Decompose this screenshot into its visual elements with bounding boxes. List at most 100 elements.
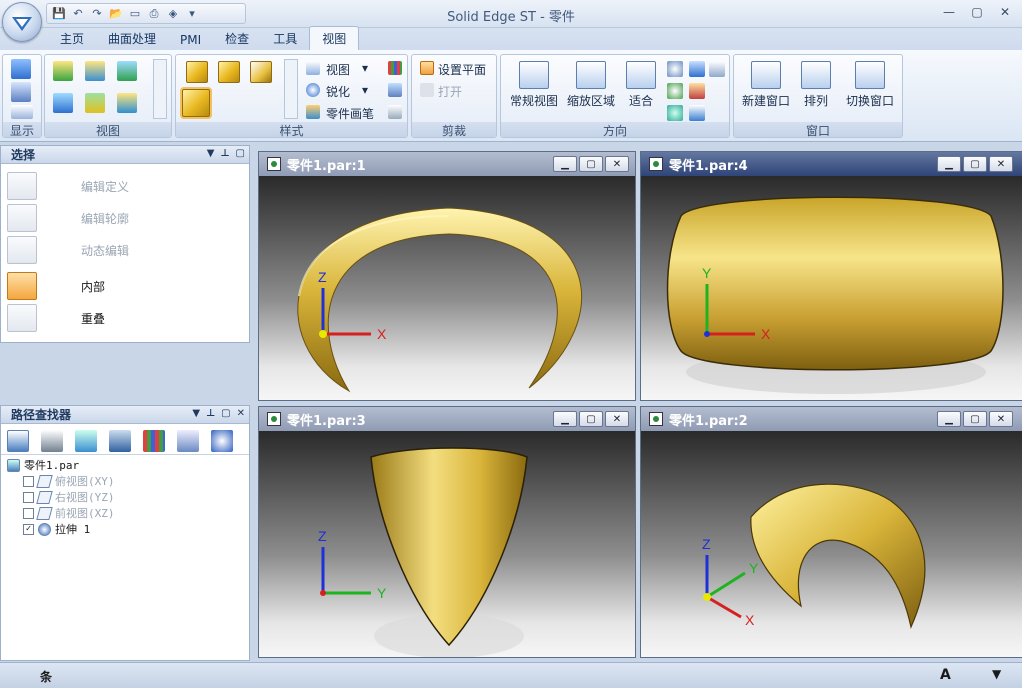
graphics-area[interactable]: Z Y X bbox=[641, 431, 1022, 657]
viewport-1[interactable]: 零件1.par:1 ▁ ▢ ✕ Z X bbox=[258, 151, 636, 401]
view-front-icon[interactable] bbox=[53, 61, 73, 81]
minimize-button[interactable]: ▁ bbox=[553, 411, 577, 427]
display-options-icon[interactable] bbox=[11, 105, 33, 119]
zoom-icon[interactable] bbox=[667, 61, 683, 77]
maximize-button[interactable]: ▢ bbox=[579, 411, 603, 427]
clip-open-button[interactable]: 打开 bbox=[438, 83, 462, 100]
select-item-edit-definition[interactable]: 编辑定义 bbox=[7, 172, 129, 200]
pin-icon[interactable]: ⊥ bbox=[206, 408, 215, 419]
minimize-button[interactable]: ▁ bbox=[553, 156, 577, 172]
select-item-inside[interactable]: 内部 bbox=[7, 272, 105, 300]
chevron-down-icon[interactable]: ▾ bbox=[362, 61, 368, 75]
tree-item-right-plane[interactable]: 右视图(YZ) bbox=[23, 489, 115, 505]
color-manager-icon[interactable] bbox=[143, 430, 165, 452]
panel-menu-icon[interactable]: ▼ bbox=[207, 148, 215, 159]
shaded-style-icon[interactable] bbox=[186, 61, 208, 83]
checkbox[interactable] bbox=[23, 491, 34, 503]
graphics-area[interactable]: Z Y bbox=[259, 431, 635, 657]
shaded-edges-style-icon[interactable] bbox=[218, 61, 240, 83]
view-right-icon[interactable] bbox=[117, 61, 137, 81]
maximize-button[interactable]: ▢ bbox=[963, 156, 987, 172]
tab-inspect[interactable]: 检查 bbox=[213, 27, 261, 50]
tree-item-front-plane[interactable]: 前视图(XZ) bbox=[23, 505, 115, 521]
ring-top-model[interactable]: Y X bbox=[641, 176, 1022, 400]
view-gallery-scroll[interactable] bbox=[153, 59, 167, 119]
close-icon[interactable]: ✕ bbox=[237, 408, 245, 419]
panel-menu-icon[interactable]: ▼ bbox=[192, 408, 200, 419]
tree-item-extrude[interactable]: ✓ 拉伸 1 bbox=[23, 521, 90, 537]
layers-icon[interactable] bbox=[75, 430, 97, 452]
arrange-button[interactable]: 排列 bbox=[796, 61, 836, 109]
ring-side-model[interactable]: Z Y bbox=[259, 431, 635, 657]
sliders-icon[interactable] bbox=[11, 82, 31, 102]
graphics-area[interactable]: Z X bbox=[259, 176, 635, 400]
restore-button[interactable]: ▢ bbox=[966, 4, 988, 20]
stack-icon[interactable] bbox=[177, 430, 199, 452]
pin-icon[interactable]: ⊥ bbox=[220, 148, 229, 159]
maximize-button[interactable]: ▢ bbox=[579, 156, 603, 172]
chevron-down-icon[interactable]: ▾ bbox=[362, 83, 368, 97]
maximize-button[interactable]: ▢ bbox=[963, 411, 987, 427]
panes-icon[interactable] bbox=[11, 59, 31, 79]
checkbox-checked[interactable]: ✓ bbox=[23, 523, 34, 535]
panel-maximize-icon[interactable]: ▢ bbox=[221, 408, 230, 419]
new-window-button[interactable]: 新建窗口 bbox=[738, 61, 794, 109]
tab-pmi[interactable]: PMI bbox=[168, 30, 213, 50]
checkbox[interactable] bbox=[23, 475, 34, 487]
minimize-button[interactable]: ▁ bbox=[937, 411, 961, 427]
viewport-3[interactable]: 零件1.par:3 ▁ ▢ ✕ Z Y bbox=[258, 406, 636, 658]
normal-view-button[interactable]: 常规视图 bbox=[507, 61, 561, 109]
text-size-icon[interactable]: A bbox=[940, 667, 951, 683]
tab-view[interactable]: 视图 bbox=[309, 26, 360, 50]
color-palette-icon[interactable] bbox=[388, 61, 402, 75]
ring-front-model[interactable]: Z X bbox=[259, 176, 635, 400]
select-item-dynamic-edit[interactable]: 动态编辑 bbox=[7, 236, 129, 264]
part-painter-button[interactable]: 零件画笔 bbox=[326, 105, 374, 122]
tab-surfacing[interactable]: 曲面处理 bbox=[96, 27, 168, 50]
spin-about-icon[interactable] bbox=[689, 83, 705, 99]
light-bulb-icon[interactable] bbox=[388, 83, 402, 97]
checkbox[interactable] bbox=[23, 507, 34, 519]
sharpen-dropdown[interactable]: 锐化 bbox=[326, 83, 350, 100]
switch-window-button[interactable]: 切换窗口 bbox=[840, 61, 900, 109]
fit-button[interactable]: 适合 bbox=[621, 61, 661, 109]
ring-iso-model[interactable]: Z Y X bbox=[641, 431, 1022, 657]
graphics-area[interactable]: Y X bbox=[641, 176, 1022, 400]
pan-icon[interactable] bbox=[689, 61, 705, 77]
close-button[interactable]: ✕ bbox=[605, 156, 629, 172]
select-item-overlap[interactable]: 重叠 bbox=[7, 304, 105, 332]
select-item-edit-profile[interactable]: 编辑轮廓 bbox=[7, 204, 129, 232]
tree-root[interactable]: 零件1.par bbox=[7, 457, 79, 473]
tab-home[interactable]: 主页 bbox=[48, 27, 96, 50]
rotate-icon[interactable] bbox=[667, 83, 683, 99]
minimize-button[interactable]: ▁ bbox=[937, 156, 961, 172]
view-back-icon[interactable] bbox=[117, 93, 137, 113]
tree-item-top-plane[interactable]: 俯视图(XY) bbox=[23, 473, 115, 489]
close-button[interactable]: ✕ bbox=[605, 411, 629, 427]
tab-tools[interactable]: 工具 bbox=[261, 27, 309, 50]
view-bottom-icon[interactable] bbox=[85, 93, 105, 113]
outline-style-icon[interactable] bbox=[250, 61, 272, 83]
text-style-icon[interactable] bbox=[388, 105, 402, 119]
panel-maximize-icon[interactable]: ▢ bbox=[236, 148, 245, 159]
view-left-icon[interactable] bbox=[53, 93, 73, 113]
assembly-icon[interactable] bbox=[109, 430, 131, 452]
features-icon[interactable] bbox=[41, 430, 63, 452]
view-top-icon[interactable] bbox=[85, 61, 105, 81]
close-button[interactable]: ✕ bbox=[989, 156, 1013, 172]
set-plane-button[interactable]: 设置平面 bbox=[438, 61, 486, 78]
viewport-2[interactable]: 零件1.par:2 ▁ ▢ ✕ Z Y X bbox=[640, 406, 1022, 658]
close-button[interactable]: ✕ bbox=[994, 4, 1016, 20]
close-button[interactable]: ✕ bbox=[989, 411, 1013, 427]
minimize-button[interactable]: — bbox=[938, 4, 960, 20]
named-views-icon[interactable] bbox=[689, 105, 705, 121]
active-style-icon[interactable] bbox=[182, 89, 210, 117]
style-gallery-scroll[interactable] bbox=[284, 59, 298, 119]
status-menu-icon[interactable]: ▼ bbox=[992, 667, 1001, 681]
tree-view-icon[interactable] bbox=[7, 430, 29, 452]
settings-icon[interactable] bbox=[211, 430, 233, 452]
viewport-4[interactable]: 零件1.par:4 ▁ ▢ ✕ Y X bbox=[640, 151, 1022, 401]
view-style-dropdown[interactable]: 视图 bbox=[326, 61, 350, 78]
application-button[interactable] bbox=[2, 2, 42, 42]
zoom-area-button[interactable]: 缩放区域 bbox=[563, 61, 619, 109]
